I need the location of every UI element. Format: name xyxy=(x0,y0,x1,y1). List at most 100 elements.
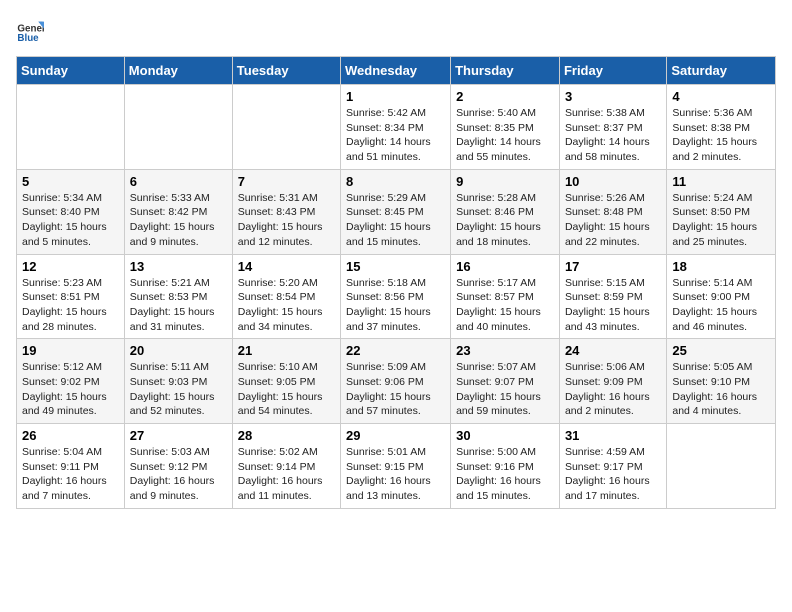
day-info: Sunrise: 5:00 AM Sunset: 9:16 PM Dayligh… xyxy=(456,445,554,504)
calendar-cell: 31 Sunrise: 4:59 AM Sunset: 9:17 PM Dayli… xyxy=(559,424,666,509)
calendar-cell: 6 Sunrise: 5:33 AM Sunset: 8:42 PM Daylig… xyxy=(124,169,232,254)
weekday-header: Wednesday xyxy=(341,57,451,85)
day-number: 17 xyxy=(565,259,661,274)
day-info: Sunrise: 5:31 AM Sunset: 8:43 PM Dayligh… xyxy=(238,191,335,250)
day-info: Sunrise: 5:01 AM Sunset: 9:15 PM Dayligh… xyxy=(346,445,445,504)
calendar-week-row: 26Sunrise: 5:04 AM Sunset: 9:11 PM Dayli… xyxy=(17,424,776,509)
day-number: 1 xyxy=(346,89,445,104)
calendar-cell: 16Sunrise: 5:17 AM Sunset: 8:57 PM Dayli… xyxy=(451,254,560,339)
calendar-cell: 24 Sunrise: 5:06 AM Sunset: 9:09 PM Dayli… xyxy=(559,339,666,424)
day-info: Sunrise: 5:24 AM Sunset: 8:50 PM Dayligh… xyxy=(672,191,770,250)
day-info: Sunrise: 5:07 AM Sunset: 9:07 PM Dayligh… xyxy=(456,360,554,419)
day-number: 22 xyxy=(346,343,445,358)
day-info: Sunrise: 5:34 AM Sunset: 8:40 PM Dayligh… xyxy=(22,191,119,250)
day-number: 8 xyxy=(346,174,445,189)
calendar-cell: 26Sunrise: 5:04 AM Sunset: 9:11 PM Dayli… xyxy=(17,424,125,509)
logo-icon: General Blue xyxy=(16,16,44,44)
day-number: 11 xyxy=(672,174,770,189)
calendar-cell xyxy=(667,424,776,509)
day-info: Sunrise: 5:36 AM Sunset: 8:38 PM Dayligh… xyxy=(672,106,770,165)
calendar-cell xyxy=(17,85,125,170)
calendar-cell: 9 Sunrise: 5:28 AM Sunset: 8:46 PM Daylig… xyxy=(451,169,560,254)
calendar-cell: 15 Sunrise: 5:18 AM Sunset: 8:56 PM Dayli… xyxy=(341,254,451,339)
day-info: Sunrise: 4:59 AM Sunset: 9:17 PM Dayligh… xyxy=(565,445,661,504)
calendar-cell: 13 Sunrise: 5:21 AM Sunset: 8:53 PM Dayli… xyxy=(124,254,232,339)
day-number: 14 xyxy=(238,259,335,274)
day-number: 31 xyxy=(565,428,661,443)
day-info: Sunrise: 5:28 AM Sunset: 8:46 PM Dayligh… xyxy=(456,191,554,250)
calendar-cell: 19 Sunrise: 5:12 AM Sunset: 9:02 PM Dayli… xyxy=(17,339,125,424)
day-number: 30 xyxy=(456,428,554,443)
calendar-cell: 30 Sunrise: 5:00 AM Sunset: 9:16 PM Dayli… xyxy=(451,424,560,509)
svg-text:Blue: Blue xyxy=(17,33,39,44)
day-info: Sunrise: 5:06 AM Sunset: 9:09 PM Dayligh… xyxy=(565,360,661,419)
calendar-cell: 27Sunrise: 5:03 AM Sunset: 9:12 PM Dayli… xyxy=(124,424,232,509)
calendar-cell: 7Sunrise: 5:31 AM Sunset: 8:43 PM Daylig… xyxy=(232,169,340,254)
day-number: 13 xyxy=(130,259,227,274)
calendar-cell xyxy=(232,85,340,170)
calendar-cell: 20 Sunrise: 5:11 AM Sunset: 9:03 PM Dayli… xyxy=(124,339,232,424)
weekday-header: Saturday xyxy=(667,57,776,85)
day-info: Sunrise: 5:40 AM Sunset: 8:35 PM Dayligh… xyxy=(456,106,554,165)
day-number: 21 xyxy=(238,343,335,358)
day-number: 25 xyxy=(672,343,770,358)
day-info: Sunrise: 5:21 AM Sunset: 8:53 PM Dayligh… xyxy=(130,276,227,335)
calendar-cell: 18Sunrise: 5:14 AM Sunset: 9:00 PM Dayli… xyxy=(667,254,776,339)
day-info: Sunrise: 5:42 AM Sunset: 8:34 PM Dayligh… xyxy=(346,106,445,165)
day-number: 29 xyxy=(346,428,445,443)
calendar-week-row: 12Sunrise: 5:23 AM Sunset: 8:51 PM Dayli… xyxy=(17,254,776,339)
day-number: 3 xyxy=(565,89,661,104)
day-info: Sunrise: 5:38 AM Sunset: 8:37 PM Dayligh… xyxy=(565,106,661,165)
day-number: 6 xyxy=(130,174,227,189)
day-number: 23 xyxy=(456,343,554,358)
calendar-cell: 22 Sunrise: 5:09 AM Sunset: 9:06 PM Dayli… xyxy=(341,339,451,424)
calendar-cell: 2 Sunrise: 5:40 AM Sunset: 8:35 PM Daylig… xyxy=(451,85,560,170)
calendar-week-row: 19 Sunrise: 5:12 AM Sunset: 9:02 PM Dayli… xyxy=(17,339,776,424)
day-number: 19 xyxy=(22,343,119,358)
weekday-header: Friday xyxy=(559,57,666,85)
day-info: Sunrise: 5:12 AM Sunset: 9:02 PM Dayligh… xyxy=(22,360,119,419)
calendar-header-row: SundayMondayTuesdayWednesdayThursdayFrid… xyxy=(17,57,776,85)
day-number: 15 xyxy=(346,259,445,274)
day-number: 18 xyxy=(672,259,770,274)
weekday-header: Tuesday xyxy=(232,57,340,85)
day-number: 27 xyxy=(130,428,227,443)
day-number: 20 xyxy=(130,343,227,358)
weekday-header: Thursday xyxy=(451,57,560,85)
day-info: Sunrise: 5:26 AM Sunset: 8:48 PM Dayligh… xyxy=(565,191,661,250)
day-info: Sunrise: 5:18 AM Sunset: 8:56 PM Dayligh… xyxy=(346,276,445,335)
day-info: Sunrise: 5:20 AM Sunset: 8:54 PM Dayligh… xyxy=(238,276,335,335)
calendar-week-row: 5Sunrise: 5:34 AM Sunset: 8:40 PM Daylig… xyxy=(17,169,776,254)
calendar: SundayMondayTuesdayWednesdayThursdayFrid… xyxy=(16,56,776,509)
day-number: 28 xyxy=(238,428,335,443)
day-number: 2 xyxy=(456,89,554,104)
day-info: Sunrise: 5:23 AM Sunset: 8:51 PM Dayligh… xyxy=(22,276,119,335)
day-info: Sunrise: 5:05 AM Sunset: 9:10 PM Dayligh… xyxy=(672,360,770,419)
calendar-cell: 29 Sunrise: 5:01 AM Sunset: 9:15 PM Dayli… xyxy=(341,424,451,509)
day-number: 16 xyxy=(456,259,554,274)
calendar-cell: 10 Sunrise: 5:26 AM Sunset: 8:48 PM Dayli… xyxy=(559,169,666,254)
day-number: 4 xyxy=(672,89,770,104)
day-number: 10 xyxy=(565,174,661,189)
day-info: Sunrise: 5:11 AM Sunset: 9:03 PM Dayligh… xyxy=(130,360,227,419)
calendar-cell xyxy=(124,85,232,170)
calendar-cell: 11 Sunrise: 5:24 AM Sunset: 8:50 PM Dayli… xyxy=(667,169,776,254)
day-info: Sunrise: 5:09 AM Sunset: 9:06 PM Dayligh… xyxy=(346,360,445,419)
calendar-cell: 8 Sunrise: 5:29 AM Sunset: 8:45 PM Daylig… xyxy=(341,169,451,254)
day-info: Sunrise: 5:15 AM Sunset: 8:59 PM Dayligh… xyxy=(565,276,661,335)
day-info: Sunrise: 5:33 AM Sunset: 8:42 PM Dayligh… xyxy=(130,191,227,250)
day-number: 24 xyxy=(565,343,661,358)
calendar-week-row: 1 Sunrise: 5:42 AM Sunset: 8:34 PM Daylig… xyxy=(17,85,776,170)
day-number: 9 xyxy=(456,174,554,189)
day-info: Sunrise: 5:29 AM Sunset: 8:45 PM Dayligh… xyxy=(346,191,445,250)
calendar-cell: 21Sunrise: 5:10 AM Sunset: 9:05 PM Dayli… xyxy=(232,339,340,424)
calendar-cell: 23 Sunrise: 5:07 AM Sunset: 9:07 PM Dayli… xyxy=(451,339,560,424)
day-number: 26 xyxy=(22,428,119,443)
calendar-cell: 14 Sunrise: 5:20 AM Sunset: 8:54 PM Dayli… xyxy=(232,254,340,339)
page-header: General Blue xyxy=(16,16,776,44)
weekday-header: Sunday xyxy=(17,57,125,85)
weekday-header: Monday xyxy=(124,57,232,85)
calendar-cell: 3 Sunrise: 5:38 AM Sunset: 8:37 PM Daylig… xyxy=(559,85,666,170)
logo: General Blue xyxy=(16,16,48,44)
calendar-cell: 12Sunrise: 5:23 AM Sunset: 8:51 PM Dayli… xyxy=(17,254,125,339)
